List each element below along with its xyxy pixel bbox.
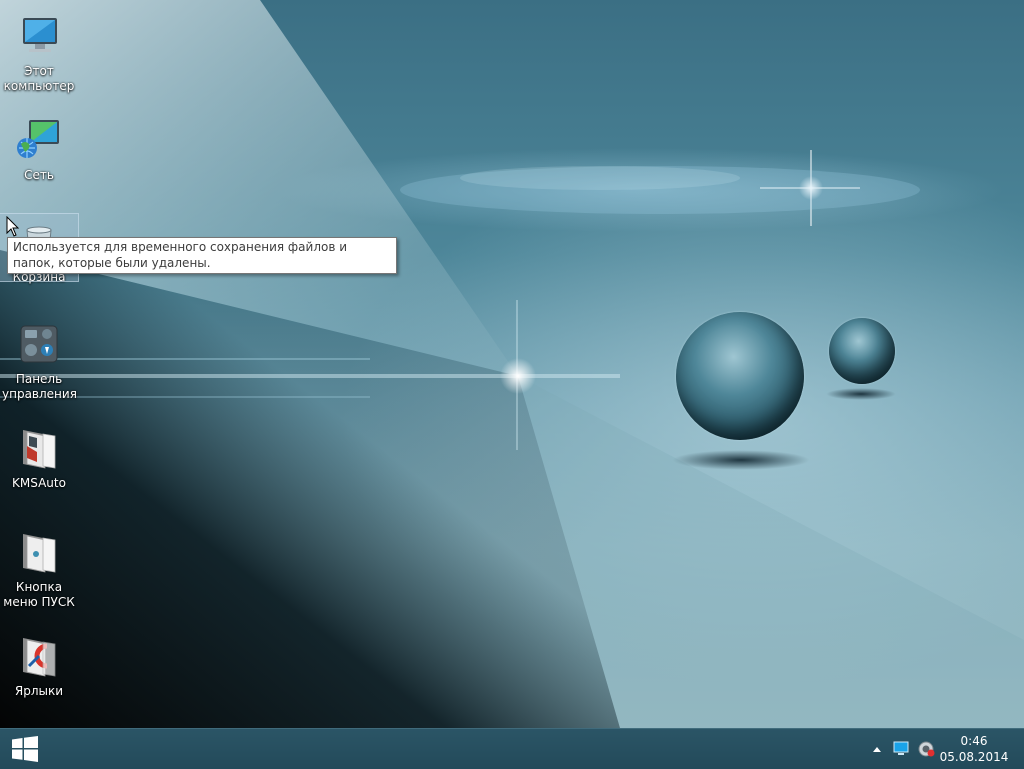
desktop-icon-label: Этот компьютер	[3, 64, 75, 93]
taskbar: 0:46 05.08.2014	[0, 728, 1024, 769]
network-icon[interactable]	[893, 741, 909, 757]
desktop-icon-network[interactable]: Сеть	[0, 112, 78, 183]
sphere-shadow	[826, 388, 896, 400]
windows-logo-icon	[12, 736, 38, 762]
large-sphere	[676, 312, 804, 440]
clock-date: 05.08.2014	[939, 750, 1009, 764]
sphere-shadow	[672, 450, 810, 470]
start-button[interactable]	[0, 729, 50, 769]
computer-icon	[15, 12, 63, 60]
desktop-icon-control-panel[interactable]: Панель управления	[0, 316, 78, 402]
desktop-icon-label: Сеть	[24, 168, 54, 182]
desktop-icon-label: Ярлыки	[14, 684, 64, 698]
folder-icon	[15, 424, 63, 472]
show-hidden-icons-icon[interactable]	[872, 745, 882, 753]
taskbar-clock[interactable]: 0:46 05.08.2014	[934, 733, 1014, 765]
volume-icon[interactable]	[917, 741, 935, 757]
control-panel-icon	[15, 320, 63, 368]
ccleaner-folder-icon	[15, 632, 63, 680]
small-sphere	[829, 318, 895, 384]
desktop-icon-label: Кнопка меню ПУСК	[3, 580, 75, 609]
desktop-icon-label: KMSAuto	[12, 476, 66, 490]
mouse-cursor-icon	[6, 216, 20, 237]
desktop-background[interactable]: Этот компьютер Сеть Корзина Панель управ…	[0, 0, 1024, 728]
desktop-icon-shortcuts[interactable]: Ярлыки	[0, 628, 78, 699]
folder-icon	[15, 528, 63, 576]
desktop-icon-kmsauto[interactable]: KMSAuto	[0, 420, 78, 491]
recycle-bin-tooltip: Используется для временного сохранения ф…	[7, 237, 397, 274]
clock-time: 0:46	[960, 734, 988, 748]
desktop-icon-this-pc[interactable]: Этот компьютер	[0, 8, 78, 94]
desktop-icon-start-menu-button[interactable]: Кнопка меню ПУСК	[0, 524, 78, 610]
network-icon	[15, 116, 63, 164]
desktop-icon-label: Панель управления	[2, 372, 77, 401]
